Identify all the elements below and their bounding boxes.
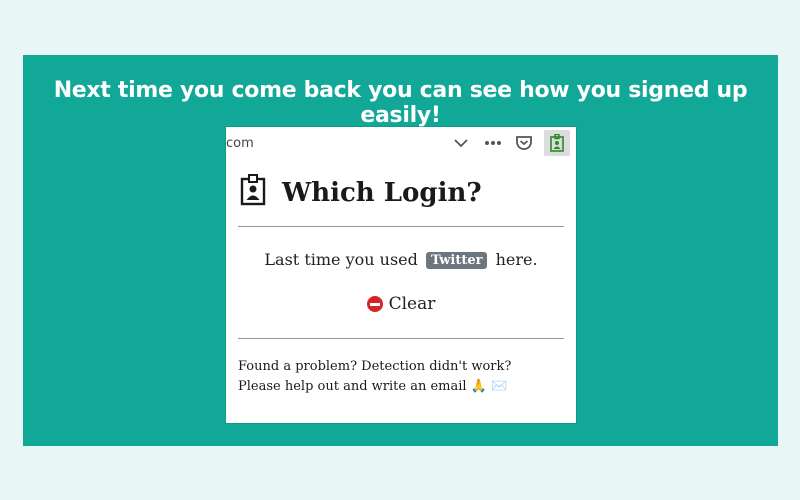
popup-header: Which Login? xyxy=(240,174,482,211)
last-used-suffix: here. xyxy=(495,250,538,269)
feedback-text: Found a problem? Detection didn't work? … xyxy=(238,357,568,397)
pocket-icon[interactable] xyxy=(514,133,534,153)
feedback-email-text[interactable]: Please help out and write an email xyxy=(238,379,467,394)
id-badge-icon xyxy=(240,174,266,211)
chevron-down-icon[interactable] xyxy=(451,133,471,153)
popup-title: Which Login? xyxy=(282,177,482,208)
more-dots-icon[interactable] xyxy=(483,133,503,153)
clear-label: Clear xyxy=(388,294,436,314)
last-used-prefix: Last time you used xyxy=(264,250,418,269)
browser-toolbar: com xyxy=(226,127,576,160)
divider xyxy=(238,338,564,339)
browser-screenshot: com Which Login? Last time you used Twit… xyxy=(226,127,576,423)
clear-button[interactable]: Clear xyxy=(226,294,576,314)
id-badge-icon[interactable] xyxy=(544,130,570,156)
provider-badge: Twitter xyxy=(425,252,488,269)
divider xyxy=(238,226,564,227)
last-used-message: Last time you used Twitter here. xyxy=(226,250,576,269)
feedback-line-1: Found a problem? Detection didn't work? xyxy=(238,359,512,374)
extension-popup: Which Login? Last time you used Twitter … xyxy=(226,159,576,423)
no-entry-icon xyxy=(366,296,383,312)
promo-panel: Next time you come back you can see how … xyxy=(23,55,778,446)
headline: Next time you come back you can see how … xyxy=(53,78,748,128)
url-bar-text[interactable]: com xyxy=(226,136,254,151)
feedback-line-2[interactable]: Please help out and write an email 🙏 ✉️ xyxy=(238,377,568,397)
pray-mail-emoji-icon: 🙏 ✉️ xyxy=(470,379,508,394)
